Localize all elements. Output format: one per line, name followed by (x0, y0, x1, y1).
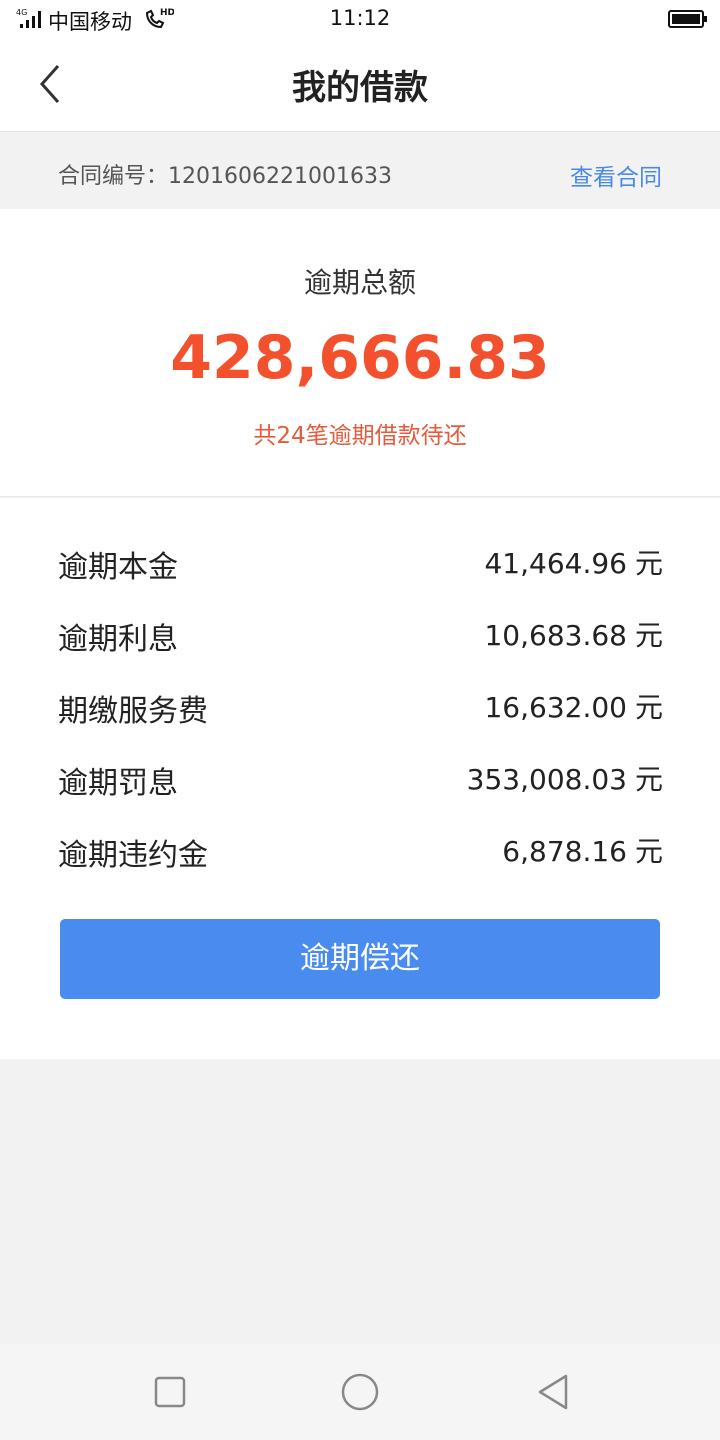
detail-unit: 元 (634, 763, 663, 796)
detail-label: 逾期罚息 (58, 766, 178, 801)
overdue-total-label: 逾期总额 (303, 266, 416, 299)
overdue-details: 逾期本金 41,464.96 元 逾期利息 10,683.68 元 期缴服务费 16… (0, 498, 720, 1059)
overdue-total-amount: 428,666.83 (170, 323, 550, 393)
detail-unit: 元 (634, 691, 663, 724)
detail-value: 353,008.03 元 (467, 758, 663, 798)
overdue-summary: 逾期总额 428,666.83 共24笔逾期借款待还 (0, 209, 720, 497)
detail-label: 期缴服务费 (58, 694, 208, 729)
detail-unit: 元 (634, 835, 663, 868)
clock: 11:12 (329, 6, 391, 30)
detail-row-liquidated-damages: 逾期违约金 6,878.16 元 (58, 830, 663, 873)
battery-icon (668, 10, 707, 28)
contract-number: 合同编号：1201606221001633 (58, 164, 392, 189)
detail-label: 逾期本金 (58, 550, 178, 585)
nav-bar: 我的借款 (0, 38, 720, 132)
detail-unit: 元 (634, 619, 663, 652)
detail-row-service-fee: 期缴服务费 16,632.00 元 (58, 686, 663, 729)
view-contract-link[interactable]: 查看合同 (570, 158, 662, 192)
detail-amount: 6,878.16 (502, 835, 627, 868)
detail-amount: 353,008.03 (466, 763, 627, 796)
detail-value: 6,878.16 元 (502, 830, 663, 870)
detail-label: 逾期利息 (58, 622, 178, 657)
detail-amount: 10,683.68 (484, 619, 627, 652)
overdue-repay-button[interactable]: 逾期偿还 (60, 919, 660, 999)
detail-row-interest: 逾期利息 10,683.68 元 (58, 614, 663, 657)
detail-row-principal: 逾期本金 41,464.96 元 (58, 542, 663, 585)
detail-value: 10,683.68 元 (484, 614, 663, 654)
detail-amount: 41,464.96 (484, 547, 627, 580)
status-bar: 4G 中国移动 HD 11:12 (0, 0, 720, 38)
detail-value: 16,632.00 元 (484, 686, 663, 726)
detail-unit: 元 (634, 547, 663, 580)
triangle-back-icon[interactable] (534, 1372, 574, 1412)
contract-bar: 合同编号：1201606221001633 查看合同 (0, 133, 720, 209)
detail-row-penalty-interest: 逾期罚息 353,008.03 元 (58, 758, 663, 801)
detail-value: 41,464.96 元 (484, 542, 663, 582)
square-icon[interactable] (150, 1372, 190, 1412)
circle-icon[interactable] (340, 1372, 380, 1412)
page-title: 我的借款 (292, 68, 428, 108)
detail-amount: 16,632.00 (484, 691, 627, 724)
overdue-count-note: 共24笔逾期借款待还 (253, 423, 467, 449)
system-nav-bar (0, 1344, 720, 1440)
detail-label: 逾期违约金 (58, 838, 208, 873)
